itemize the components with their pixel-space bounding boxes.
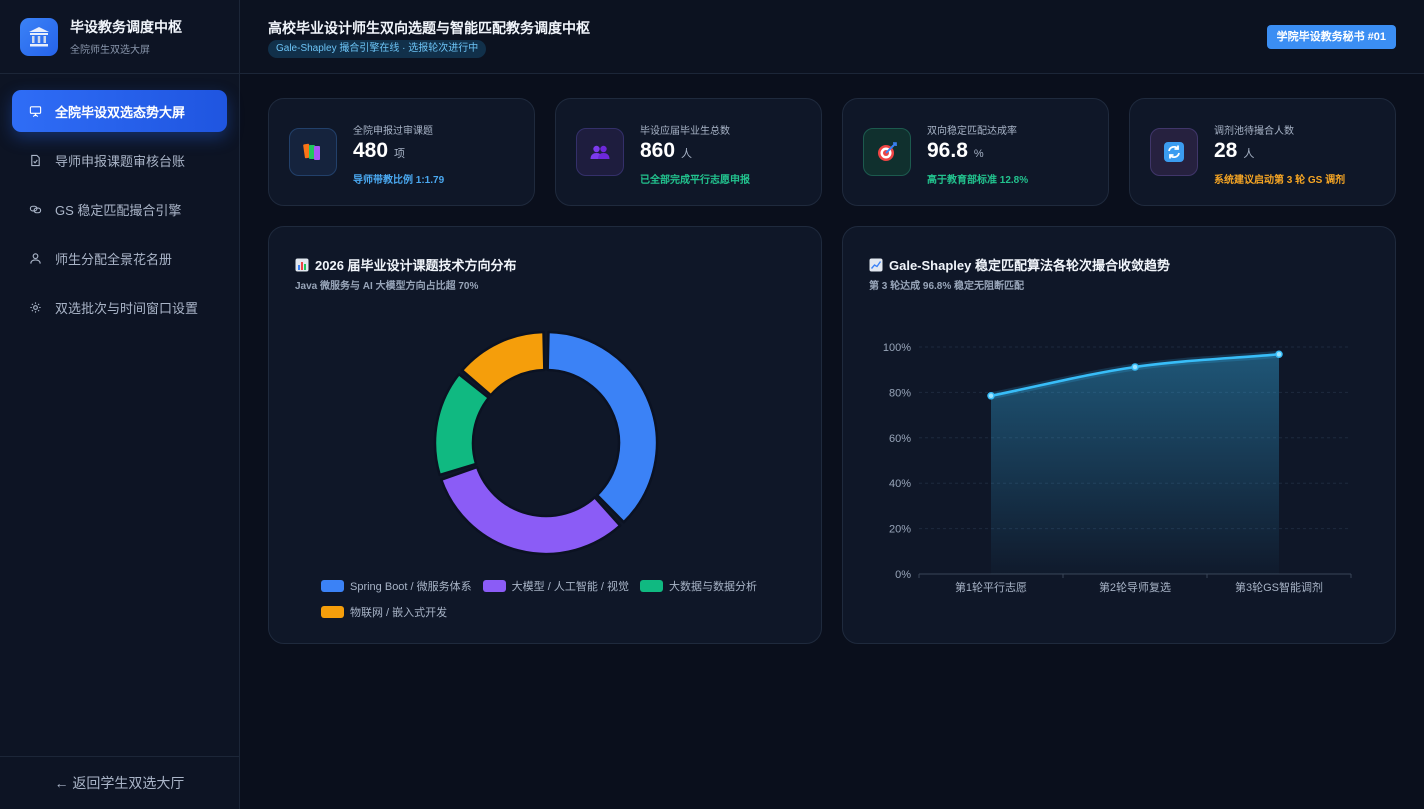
institution-icon [20,17,58,56]
y-tick-label: 40% [889,478,911,490]
file-check-icon [28,153,42,167]
sidebar-item-label: 全院毕设双选态势大屏 [55,104,186,120]
legend-label: 大数据与数据分析 [669,581,757,593]
y-tick-label: 100% [883,342,911,354]
y-tick-label: 60% [889,433,911,445]
kpi-card-students: 毕设应届毕业生总数 860 人 已全部完成平行志愿申报 [555,98,822,206]
donut-slice[interactable] [439,465,622,556]
data-point[interactable] [1131,363,1139,371]
legend-label: 物联网 / 嵌入式开发 [350,607,448,619]
kpi-label: 调剂池待撮合人数 [1214,126,1294,137]
gear-icon [28,300,42,314]
kpi-label: 双向稳定匹配达成率 [927,126,1017,137]
kpi-card-adjust-pool: 调剂池待撮合人数 28 人 系统建议启动第 3 轮 GS 调剂 [1129,98,1396,206]
presentation-icon [28,104,42,118]
legend-item[interactable]: Spring Boot / 微服务体系 [321,573,472,599]
sidebar-item-label: GS 稳定匹配撮合引擎 [55,202,182,218]
people-icon [576,128,624,176]
kpi-value: 96.8% [927,139,984,162]
legend-swatch [321,580,344,592]
sidebar-item-label: 导师申报课题审核台账 [55,153,186,169]
kpi-label: 全院申报过审课题 [353,126,433,137]
kpi-card-match-rate: 双向稳定匹配达成率 96.8% 高于教育部标准 12.8% [842,98,1109,206]
brand: 毕设教务调度中枢 全院师生双选大屏 [0,0,239,74]
sidebar-item-gs-engine[interactable]: GS 稳定匹配撮合引擎 [12,188,227,230]
sidebar-item-settings[interactable]: 双选批次与时间窗口设置 [12,286,227,328]
x-tick-label: 第1轮平行志愿 [955,580,1027,594]
legend-label: Spring Boot / 微服务体系 [350,581,472,593]
sidebar-nav: 全院毕设双选态势大屏 导师申报课题审核台账 GS 稳定匹配撮合引擎 师生分配全景… [0,74,239,351]
kpi-label: 毕设应届毕业生总数 [640,126,730,137]
kpi-note: 系统建议启动第 3 轮 GS 调剂 [1214,175,1346,186]
sidebar: 毕设教务调度中枢 全院师生双选大屏 全院毕设双选态势大屏 导师申报课题审核台账 … [0,0,240,809]
sidebar-item-label: 师生分配全景花名册 [55,251,173,267]
y-tick-label: 0% [895,569,911,581]
y-tick-label: 80% [889,387,911,399]
topic-distribution-panel: 2026 届毕业设计课题技术方向分布 Java 微服务与 AI 大模型方向占比超… [268,226,822,644]
y-tick-label: 20% [889,524,911,536]
legend-swatch [482,580,506,592]
brand-title: 毕设教务调度中枢 [70,19,182,35]
top-header: 高校毕业设计师生双向选题与智能匹配教务调度中枢 Gale-Shapley 撮合引… [240,0,1424,74]
kpi-value: 480 项 [353,139,406,162]
kpi-note: 已全部完成平行志愿申报 [640,175,750,186]
donut-slice[interactable] [546,330,659,524]
user-badge[interactable]: 学院毕设教务秘书 #01 [1266,25,1396,49]
sidebar-item-dashboard[interactable]: 全院毕设双选态势大屏 [12,90,227,132]
data-point[interactable] [1275,350,1283,359]
sidebar-item-label: 双选批次与时间窗口设置 [55,300,199,316]
link-icon [28,202,42,216]
legend-item[interactable]: 大数据与数据分析 [640,573,757,599]
books-icon [289,128,337,176]
legend-swatch [640,580,663,592]
kpi-value: 860 人 [640,139,693,162]
data-point[interactable] [987,392,995,400]
legend-item[interactable]: 物联网 / 嵌入式开发 [321,599,447,625]
refresh-icon [1150,128,1198,176]
x-tick-label: 第2轮导师复选 [1099,580,1171,594]
x-tick-label: 第3轮GS智能调剂 [1235,580,1323,594]
kpi-note: 高于教育部标准 12.8% [927,175,1029,186]
donut-slice[interactable] [433,372,490,477]
sidebar-item-roster[interactable]: 师生分配全景花名册 [12,237,227,279]
legend-label: 大模型 / 人工智能 / 视觉 [511,581,629,593]
legend-item[interactable]: 大模型 / 人工智能 / 视觉 [482,573,629,599]
convergence-trend-panel: Gale-Shapley 稳定匹配算法各轮次撮合收敛趋势 第 3 轮达成 96.… [842,226,1396,644]
user-icon [28,251,42,265]
chart-legend: Spring Boot / 微服务体系 大模型 / 人工智能 / 视觉 大数据与数据… [321,573,791,625]
brand-subtitle: 全院师生双选大屏 [70,45,150,56]
page-title: 高校毕业设计师生双向选题与智能匹配教务调度中枢 [268,20,590,36]
kpi-value: 28 人 [1214,139,1255,162]
target-icon [863,128,911,176]
kpi-card-topics: 全院申报过审课题 480 项 导师带教比例 1:1.79 [268,98,535,206]
engine-status-badge: Gale-Shapley 撮合引擎在线 · 选报轮次进行中 [268,40,487,58]
back-to-hall-link[interactable]: ← 返回学生双选大厅 [0,756,239,809]
kpi-note: 导师带教比例 1:1.79 [353,175,445,186]
convergence-line-chart: 0% 20% 40% 60% 80% 100% 第1轮平行志愿 第2轮导师复选 第3轮GS智能调… [883,342,1352,594]
sidebar-item-topic-review[interactable]: 导师申报课题审核台账 [12,139,227,181]
legend-swatch [321,606,344,618]
